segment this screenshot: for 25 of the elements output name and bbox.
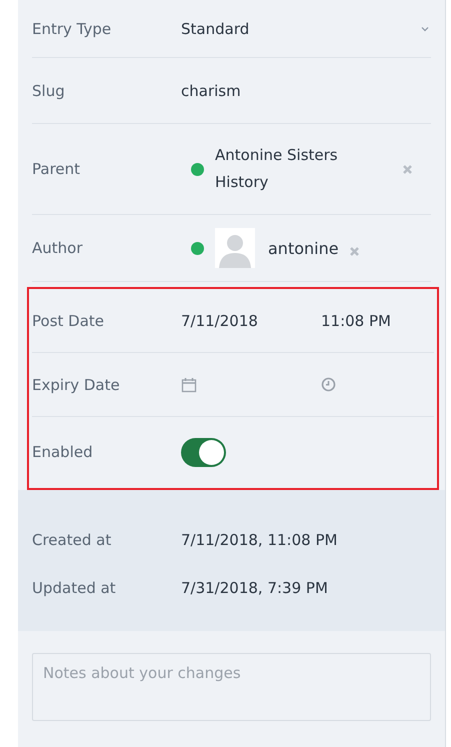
meta-label: Updated at bbox=[32, 579, 117, 598]
toggle-switch[interactable] bbox=[181, 438, 226, 466]
field-label: Entry Type bbox=[32, 20, 112, 38]
field-label: Slug bbox=[32, 82, 66, 100]
field-label: Enabled bbox=[32, 443, 94, 461]
field-label: Parent bbox=[32, 160, 82, 178]
field-label: Expiry Date bbox=[32, 376, 121, 394]
date-field[interactable]: 7/11/2018 bbox=[181, 312, 258, 330]
time-field[interactable]: 11:08 PM bbox=[321, 312, 391, 330]
slug-value[interactable]: charism bbox=[181, 82, 241, 100]
field-label: Author bbox=[32, 239, 84, 257]
meta-value: 7/11/2018, 11:08 PM bbox=[181, 531, 338, 550]
meta-label: Created at bbox=[32, 531, 112, 550]
remove-icon[interactable] bbox=[348, 246, 360, 256]
calendar-icon[interactable] bbox=[181, 376, 197, 392]
notes-field[interactable]: Notes about your changes bbox=[32, 653, 431, 721]
meta-value: 7/31/2018, 7:39 PM bbox=[181, 579, 328, 598]
remove-icon[interactable] bbox=[402, 164, 413, 174]
field-label: Post Date bbox=[32, 312, 106, 330]
author-name[interactable]: antonine bbox=[268, 238, 339, 258]
avatar-icon bbox=[215, 228, 255, 268]
clock-icon[interactable] bbox=[321, 377, 336, 392]
select-value[interactable]: Standard bbox=[181, 20, 250, 38]
parent-entry-title[interactable]: Antonine Sisters History bbox=[215, 142, 385, 196]
chevron-down-icon[interactable] bbox=[421, 26, 429, 32]
